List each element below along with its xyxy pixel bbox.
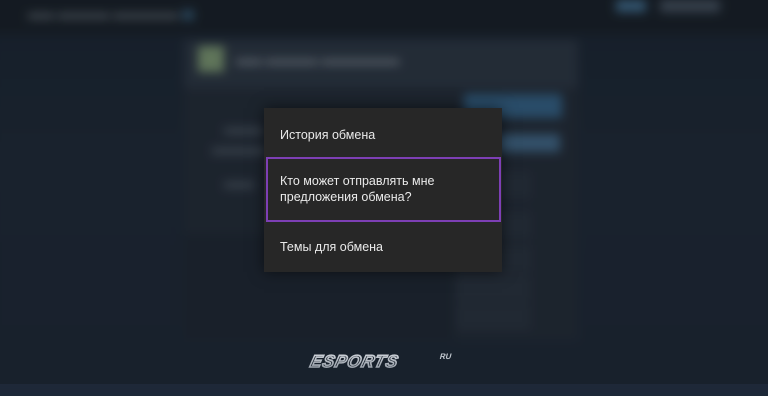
watermark-main-text: ESPORTS (308, 351, 401, 371)
menu-item-trade-history[interactable]: История обмена (264, 124, 502, 146)
menu-item-trade-topics-label: Темы для обмена (280, 240, 384, 254)
menu-item-trade-history-label: История обмена (280, 128, 376, 142)
menu-item-trade-topics[interactable]: Темы для обмена (264, 236, 502, 258)
menu-item-who-can-send-offers[interactable]: Кто может отправлять мне предложения обм… (264, 156, 502, 222)
esports-watermark-logo: ESPORTS RU (307, 350, 453, 371)
menu-item-who-can-send-offers-label: Кто может отправлять мне предложения обм… (280, 174, 435, 204)
watermark-suffix-text: RU (439, 352, 453, 361)
trade-offers-dropdown-menu: История обмена Кто может отправлять мне … (264, 108, 502, 272)
